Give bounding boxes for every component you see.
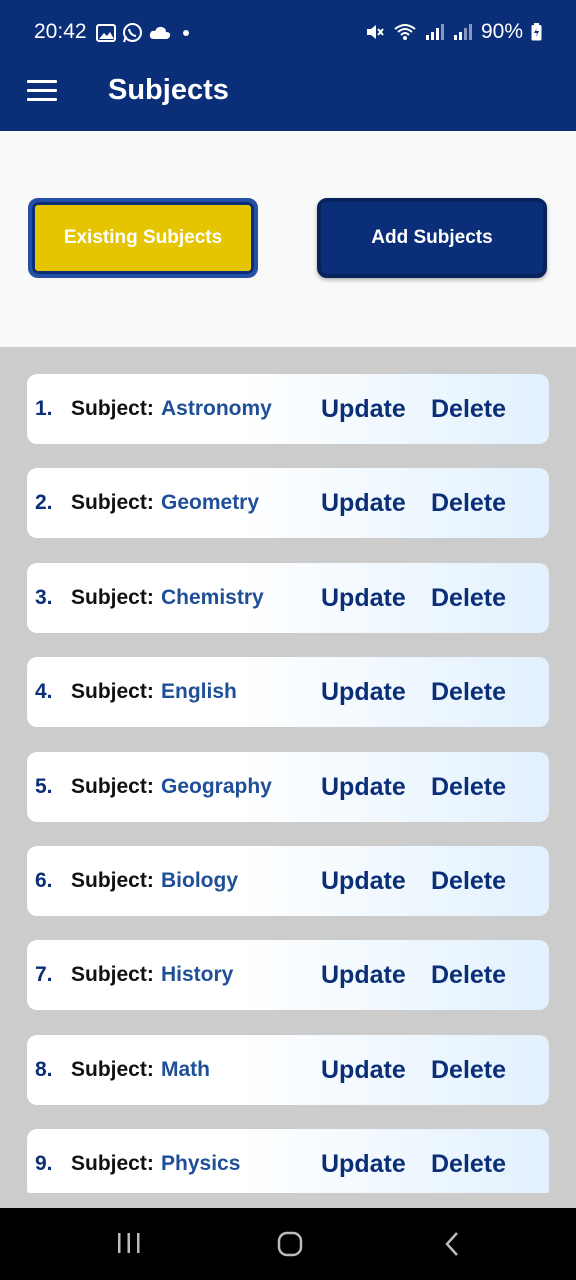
item-index: 4. [35,680,53,703]
system-icons: 90% [365,20,542,44]
update-button[interactable]: Update [321,867,406,896]
battery-icon [531,23,542,41]
list-item: 1. Subject: Astronomy Update Delete [27,374,549,444]
delete-button[interactable]: Delete [431,867,506,896]
subject-label: Subject: [71,397,154,420]
subject-label: Subject: [71,1152,154,1175]
update-button[interactable]: Update [321,961,406,990]
image-icon [96,23,116,42]
signal-icon-2 [453,24,472,40]
subject-list[interactable]: 1. Subject: Astronomy Update Delete 2. S… [0,347,576,1193]
update-button[interactable]: Update [321,395,406,424]
whatsapp-icon [123,23,142,43]
update-button[interactable]: Update [321,489,406,518]
item-index: 5. [35,775,53,798]
delete-button[interactable]: Delete [431,678,506,707]
subject-label: Subject: [71,869,154,892]
delete-button[interactable]: Delete [431,584,506,613]
subject-label: Subject: [71,680,154,703]
subject-name: Physics [161,1152,241,1175]
item-index: 7. [35,963,53,986]
dot-icon [183,29,189,36]
delete-button[interactable]: Delete [431,961,506,990]
list-item: 6. Subject: Biology Update Delete [27,846,549,916]
delete-button[interactable]: Delete [431,1056,506,1085]
page-title: Subjects [108,74,229,106]
delete-button[interactable]: Delete [431,1150,506,1179]
item-index: 1. [35,397,53,420]
list-item: 9. Subject: Physics Update Delete [27,1129,549,1193]
update-button[interactable]: Update [321,1150,406,1179]
item-index: 8. [35,1058,53,1081]
subject-label: Subject: [71,1058,154,1081]
recent-apps-icon[interactable] [116,1230,142,1256]
subject-label: Subject: [71,491,154,514]
item-index: 6. [35,869,53,892]
cloud-icon [149,26,171,39]
subject-label: Subject: [71,963,154,986]
delete-button[interactable]: Delete [431,489,506,518]
back-icon[interactable] [442,1230,462,1258]
item-index: 3. [35,586,53,609]
mute-icon [366,25,384,39]
list-item: 3. Subject: Chemistry Update Delete [27,563,549,633]
system-nav-bar [0,1208,576,1280]
subject-name: Geometry [161,491,260,514]
status-time: 20:42 [34,20,87,43]
delete-button[interactable]: Delete [431,395,506,424]
add-subjects-button[interactable]: Add Subjects [317,198,547,278]
subject-name: Astronomy [161,397,272,420]
app-bar: Subjects [0,64,576,131]
tab-area: Existing Subjects Add Subjects [0,131,576,347]
list-item: 4. Subject: English Update Delete [27,657,549,727]
home-icon[interactable] [276,1230,304,1258]
list-item: 8. Subject: Math Update Delete [27,1035,549,1105]
subject-name: English [161,680,237,703]
update-button[interactable]: Update [321,584,406,613]
menu-icon[interactable] [27,80,57,102]
update-button[interactable]: Update [321,773,406,802]
item-index: 2. [35,491,53,514]
existing-subjects-button[interactable]: Existing Subjects [28,198,258,278]
notification-icons [96,22,191,43]
subject-name: Biology [161,869,238,892]
signal-icon [425,24,444,40]
update-button[interactable]: Update [321,678,406,707]
subject-name: Math [161,1058,210,1081]
subject-name: History [161,963,234,986]
subject-label: Subject: [71,586,154,609]
wifi-icon [394,24,416,40]
subject-label: Subject: [71,775,154,798]
item-index: 9. [35,1152,53,1175]
list-item: 7. Subject: History Update Delete [27,940,549,1010]
battery-percent: 90% [480,20,523,43]
list-item: 5. Subject: Geography Update Delete [27,752,549,822]
subject-name: Chemistry [161,586,264,609]
delete-button[interactable]: Delete [431,773,506,802]
list-item: 2. Subject: Geometry Update Delete [27,468,549,538]
subject-name: Geography [161,775,272,798]
status-bar: 20:42 90% [0,0,576,64]
update-button[interactable]: Update [321,1056,406,1085]
